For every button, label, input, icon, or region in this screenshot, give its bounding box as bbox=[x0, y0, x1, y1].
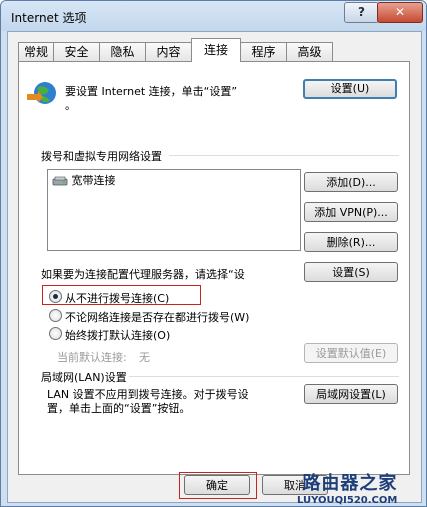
always-dial-label[interactable]: 始终拨打默认连接(O) bbox=[65, 327, 170, 343]
watermark-url: LUYOUQI520.COM bbox=[297, 495, 398, 506]
dialup-section-title: 拨号和虚拟专用网络设置 bbox=[41, 150, 162, 163]
tab-privacy[interactable]: 隐私 bbox=[99, 42, 146, 61]
section-divider bbox=[169, 155, 399, 156]
connections-panel: 要设置 Internet 连接，单击“设置” 。 设置(U) 拨号和虚拟专用网络… bbox=[18, 61, 410, 475]
current-default-value: 无 bbox=[139, 351, 150, 364]
current-default-label: 当前默认连接: bbox=[57, 351, 127, 364]
site-watermark: 路由器之家 LUYOUQI520.COM bbox=[297, 469, 397, 506]
never-dial-label[interactable]: 从不进行拨号连接(C) bbox=[65, 290, 169, 306]
never-dial-radio[interactable] bbox=[49, 290, 62, 303]
dial-whenever-radio[interactable] bbox=[49, 309, 62, 322]
dialog-body: 常规 安全 隐私 内容 连接 程序 高级 要设置 Internet 连接，单击“… bbox=[7, 31, 422, 503]
always-dial-radio[interactable] bbox=[49, 327, 62, 340]
tab-general[interactable]: 常规 bbox=[18, 42, 54, 61]
proxy-instruction: 如果要为连接配置代理服务器，请选择“设 bbox=[41, 268, 245, 281]
close-button[interactable]: ✕ bbox=[377, 2, 423, 23]
internet-options-window: Internet 选项 ? ✕ 常规 安全 隐私 内容 连接 程序 高级 要设置… bbox=[0, 0, 427, 507]
tab-advanced[interactable]: 高级 bbox=[286, 42, 333, 61]
tab-connections[interactable]: 连接 bbox=[191, 38, 241, 62]
ok-button[interactable]: 确定 bbox=[184, 475, 250, 495]
set-default-button[interactable]: 设置默认值(E) bbox=[304, 343, 398, 363]
connection-list[interactable]: 宽带连接 bbox=[47, 169, 301, 251]
setup-instruction-line2: 。 bbox=[65, 99, 76, 112]
tab-programs[interactable]: 程序 bbox=[240, 42, 287, 61]
lan-settings-button[interactable]: 局域网设置(L) bbox=[304, 384, 398, 404]
help-button[interactable]: ? bbox=[344, 2, 379, 23]
window-title: Internet 选项 bbox=[11, 11, 87, 25]
list-item-label: 宽带连接 bbox=[71, 174, 116, 187]
lan-info-line2: 置，单击上面的“设置”按钮。 bbox=[47, 402, 191, 415]
title-bar[interactable]: Internet 选项 ? ✕ bbox=[1, 1, 426, 31]
add-vpn-button[interactable]: 添加 VPN(P)... bbox=[304, 202, 398, 222]
watermark-title: 路由器之家 bbox=[302, 473, 398, 494]
dialup-settings-button[interactable]: 设置(S) bbox=[304, 262, 398, 282]
add-button[interactable]: 添加(D)... bbox=[304, 172, 398, 192]
setup-button[interactable]: 设置(U) bbox=[303, 79, 397, 99]
lan-section-title: 局域网(LAN)设置 bbox=[41, 371, 127, 384]
broadband-connection-icon bbox=[52, 175, 68, 187]
globe-network-icon bbox=[27, 80, 57, 108]
tab-security[interactable]: 安全 bbox=[53, 42, 100, 61]
tab-content[interactable]: 内容 bbox=[145, 42, 192, 61]
section-divider bbox=[129, 376, 399, 377]
list-item[interactable]: 宽带连接 bbox=[52, 172, 116, 188]
delete-button[interactable]: 删除(R)... bbox=[304, 232, 398, 252]
setup-instruction-line1: 要设置 Internet 连接，单击“设置” bbox=[65, 85, 238, 98]
dial-whenever-label[interactable]: 不论网络连接是否存在都进行拨号(W) bbox=[65, 309, 249, 325]
